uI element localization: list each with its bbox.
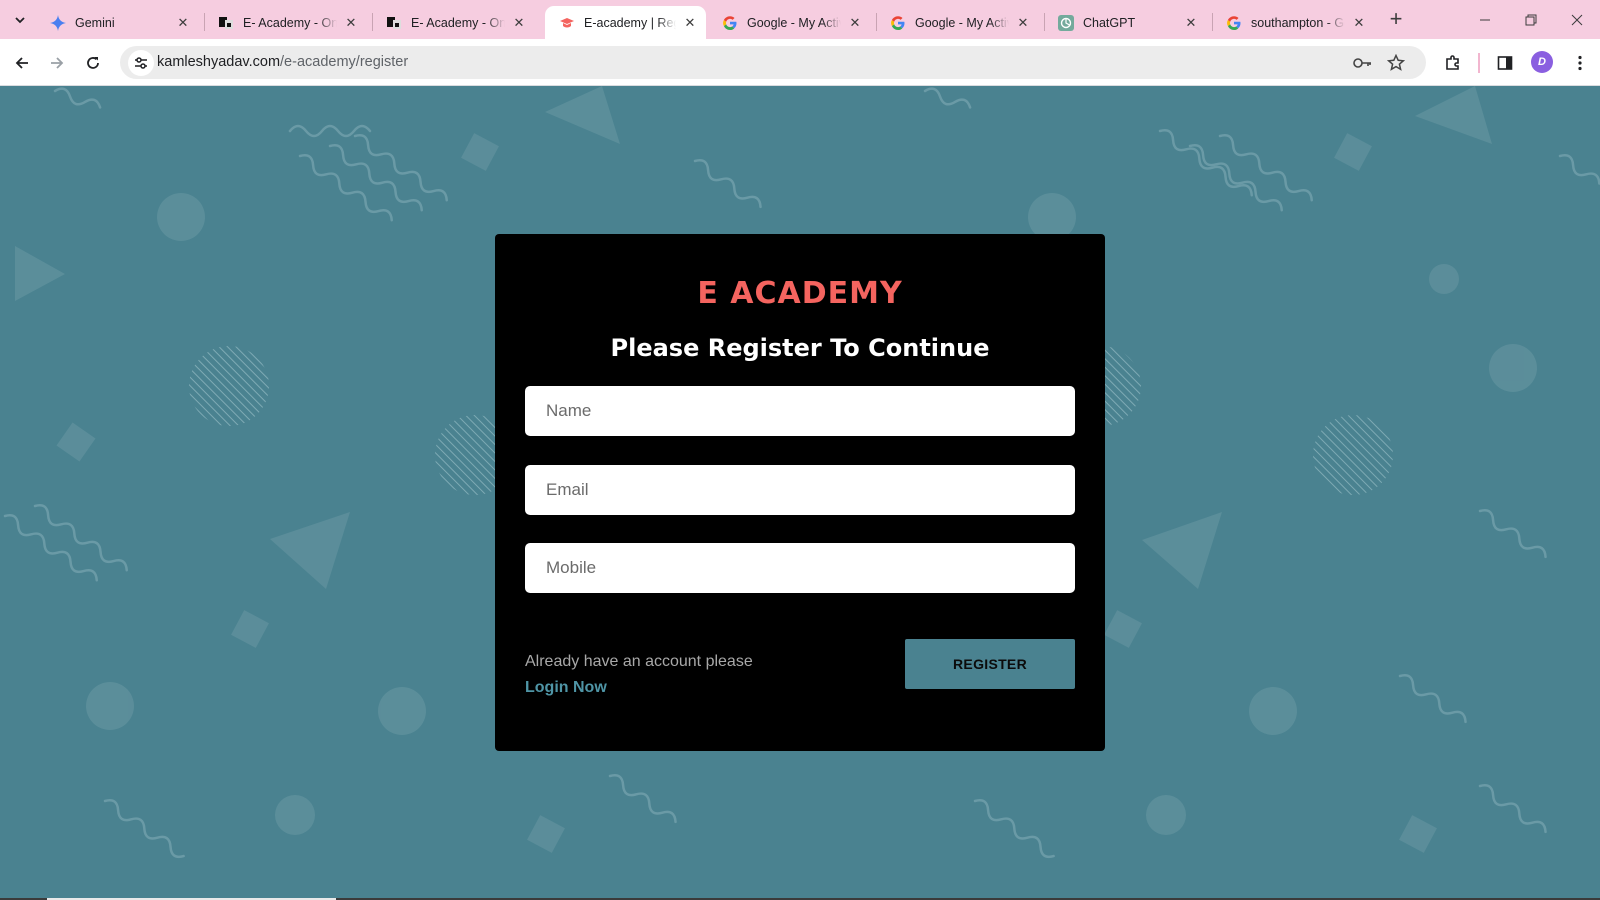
address-bar[interactable]: kamleshyadav.com/e-academy/register [120, 46, 1426, 79]
gemini-sparkle-icon [50, 14, 66, 31]
tab-southampton[interactable]: southampton - Go ✕ [1212, 6, 1375, 39]
close-icon[interactable]: ✕ [511, 15, 527, 31]
back-button[interactable] [9, 50, 35, 76]
e-academy-logo-icon [386, 15, 402, 31]
chevron-down-icon [15, 17, 25, 24]
url-path: /e-academy/register [280, 54, 409, 70]
tab-gemini[interactable]: Gemini ✕ [36, 6, 199, 39]
mobile-input[interactable] [525, 543, 1075, 593]
site-info-button[interactable] [128, 50, 154, 76]
tab-e-academy-1[interactable]: E- Academy - Onli ✕ [204, 6, 367, 39]
new-tab-button[interactable]: + [1384, 8, 1408, 32]
arrow-left-icon [15, 57, 28, 69]
close-icon[interactable]: ✕ [1015, 15, 1031, 31]
register-card: E ACADEMY Please Register To Continue Al… [495, 234, 1105, 751]
close-icon[interactable]: ✕ [1351, 15, 1367, 31]
toolbar-divider [1478, 53, 1480, 73]
tab-e-academy-2[interactable]: E- Academy - Onli ✕ [372, 6, 535, 39]
tab-google-activity-1[interactable]: Google - My Activ ✕ [708, 6, 871, 39]
close-window-button[interactable] [1554, 0, 1600, 39]
email-input[interactable] [525, 465, 1075, 515]
close-icon [1571, 14, 1583, 25]
extensions-button[interactable] [1440, 50, 1466, 76]
url-text: kamleshyadav.com/e-academy/register [157, 54, 408, 70]
url-domain: kamleshyadav.com [157, 54, 281, 70]
login-prompt-text: Already have an account please [525, 653, 753, 670]
bookmark-button[interactable] [1383, 50, 1409, 76]
side-panel-icon [1497, 56, 1513, 70]
google-g-icon [722, 15, 738, 31]
password-key-button[interactable] [1350, 50, 1376, 76]
graduation-cap-icon [559, 15, 575, 31]
more-vert-icon [1578, 55, 1582, 71]
tab-title: ChatGPT [1083, 15, 1136, 30]
chatgpt-icon [1058, 14, 1074, 31]
reload-icon [87, 57, 99, 69]
minimize-icon [1480, 19, 1490, 20]
tab-title: Google - My Activ [915, 15, 1009, 30]
restore-button[interactable] [1508, 0, 1554, 39]
page-viewport: E ACADEMY Please Register To Continue Al… [0, 86, 1600, 898]
tab-chatgpt[interactable]: ChatGPT ✕ [1044, 6, 1207, 39]
tab-title: E-academy | Regis [584, 15, 676, 30]
tune-icon [135, 57, 147, 69]
close-icon[interactable]: ✕ [682, 15, 698, 31]
arrow-right-icon [51, 57, 64, 69]
puzzle-icon [1446, 55, 1459, 70]
google-g-icon [1226, 15, 1242, 31]
e-academy-logo-icon [218, 15, 234, 31]
register-button[interactable]: REGISTER [905, 639, 1075, 689]
menu-button[interactable] [1567, 50, 1593, 76]
restore-icon [1525, 14, 1537, 25]
tab-title: Google - My Activ [747, 15, 841, 30]
tab-title: E- Academy - Onli [411, 15, 505, 30]
tab-strip: Gemini ✕ E- Academy - Onli ✕ E- Academy … [0, 0, 1600, 39]
close-icon[interactable]: ✕ [343, 15, 359, 31]
login-now-link[interactable]: Login Now [525, 679, 607, 697]
close-icon[interactable]: ✕ [1183, 15, 1199, 31]
side-panel-button[interactable] [1492, 50, 1518, 76]
tab-google-activity-2[interactable]: Google - My Activ ✕ [876, 6, 1039, 39]
tab-search-button[interactable] [8, 8, 32, 32]
tab-e-academy-register[interactable]: E-academy | Regis ✕ [545, 6, 706, 39]
forward-button[interactable] [44, 50, 70, 76]
tab-title: Gemini [75, 15, 115, 30]
tab-title: southampton - Go [1251, 15, 1345, 30]
close-icon[interactable]: ✕ [847, 15, 863, 31]
register-subtitle: Please Register To Continue [610, 334, 990, 362]
close-icon[interactable]: ✕ [175, 15, 191, 31]
star-icon [1387, 54, 1405, 71]
name-input[interactable] [525, 386, 1075, 436]
minimize-button[interactable] [1462, 0, 1508, 39]
google-g-icon [890, 15, 906, 31]
key-icon [1353, 58, 1371, 68]
tab-title: E- Academy - Onli [243, 15, 337, 30]
brand-title: E ACADEMY [697, 276, 903, 311]
reload-button[interactable] [80, 50, 106, 76]
profile-avatar[interactable]: D [1531, 51, 1553, 73]
browser-toolbar: kamleshyadav.com/e-academy/register D [0, 39, 1600, 86]
